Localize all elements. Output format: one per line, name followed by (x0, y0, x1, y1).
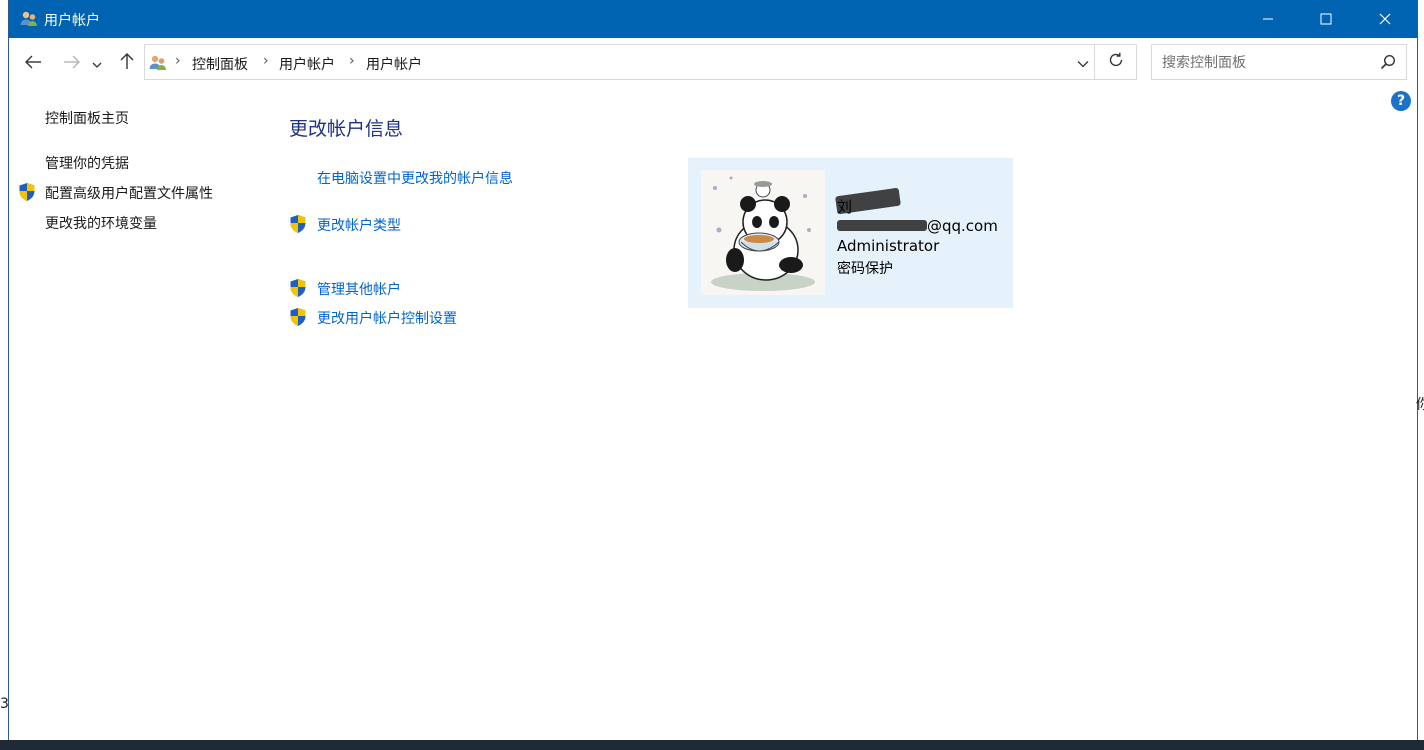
window-title: 用户帐户 (44, 13, 100, 29)
minimize-button[interactable] (1239, 0, 1297, 38)
sidebar-item-control-panel-home[interactable]: 控制面板主页 (45, 108, 129, 128)
chevron-down-icon (92, 54, 102, 73)
refresh-button[interactable] (1094, 45, 1136, 79)
user-name: 刘 (837, 198, 853, 216)
minimize-icon (1262, 13, 1274, 25)
navigation-bar: › 控制面板 › 用户帐户 › 用户帐户 (9, 38, 1417, 86)
arrow-left-icon (24, 54, 42, 73)
uac-shield-icon (289, 214, 307, 234)
sidebar-item-environment-variables[interactable]: 更改我的环境变量 (45, 213, 157, 233)
task-change-account-type[interactable]: 更改帐户类型 (317, 215, 401, 235)
uac-shield-icon (18, 182, 36, 202)
user-account-tile: 刘 @qq.com Administrator 密码保护 (688, 158, 1013, 308)
arrow-right-icon (63, 54, 81, 73)
back-button[interactable] (20, 50, 46, 76)
users-app-icon (19, 9, 39, 29)
chevron-down-icon (1077, 53, 1089, 72)
background-edge-text: 3 (0, 696, 9, 712)
breadcrumb-control-panel[interactable]: 控制面板 (192, 54, 248, 74)
title-bar: 用户帐户 (9, 0, 1417, 38)
users-location-icon (147, 53, 169, 73)
breadcrumb-user-accounts-current[interactable]: 用户帐户 (366, 54, 422, 74)
breadcrumb-separator-icon: › (349, 53, 355, 69)
help-icon[interactable]: ? (1391, 91, 1411, 111)
task-change-uac-settings[interactable]: 更改用户帐户控制设置 (317, 308, 457, 328)
close-icon (1379, 13, 1391, 25)
search-box[interactable] (1151, 44, 1407, 80)
breadcrumb-separator-icon: › (263, 53, 269, 69)
close-button[interactable] (1356, 0, 1414, 38)
page-heading: 更改帐户信息 (289, 118, 404, 140)
uac-shield-icon (289, 278, 307, 298)
maximize-button[interactable] (1297, 0, 1355, 38)
user-avatar (701, 170, 825, 295)
control-panel-window: 用户帐户 › 控制面板 › 用户帐户 › 用户帐户 搜索控制面板 ? 控制面板主… (8, 0, 1418, 740)
password-status: 密码保护 (837, 261, 893, 277)
task-change-account-in-pc-settings[interactable]: 在电脑设置中更改我的帐户信息 (317, 168, 513, 188)
up-button[interactable] (114, 50, 140, 76)
recent-locations-button[interactable] (89, 50, 105, 76)
breadcrumb-separator-icon: › (175, 53, 181, 69)
search-input[interactable] (1160, 52, 1374, 74)
forward-button[interactable] (59, 50, 85, 76)
refresh-icon (1108, 52, 1124, 72)
search-icon[interactable] (1380, 54, 1396, 70)
taskbar (0, 740, 1424, 750)
maximize-icon (1320, 13, 1332, 25)
sidebar-item-manage-credentials[interactable]: 管理你的凭据 (45, 153, 129, 173)
background-edge-text: 你 (1416, 397, 1424, 413)
user-role: Administrator (837, 237, 940, 255)
breadcrumb-user-accounts[interactable]: 用户帐户 (279, 54, 335, 74)
arrow-up-icon (120, 52, 134, 74)
uac-shield-icon (289, 307, 307, 327)
redaction-mark (837, 220, 927, 231)
task-manage-other-accounts[interactable]: 管理其他帐户 (317, 279, 401, 299)
address-bar[interactable]: › 控制面板 › 用户帐户 › 用户帐户 (144, 44, 1137, 80)
panda-avatar-image (701, 170, 825, 295)
address-history-dropdown[interactable] (1072, 51, 1094, 73)
sidebar-item-advanced-profile-properties[interactable]: 配置高级用户配置文件属性 (45, 183, 213, 203)
user-email: @qq.com (927, 217, 998, 235)
